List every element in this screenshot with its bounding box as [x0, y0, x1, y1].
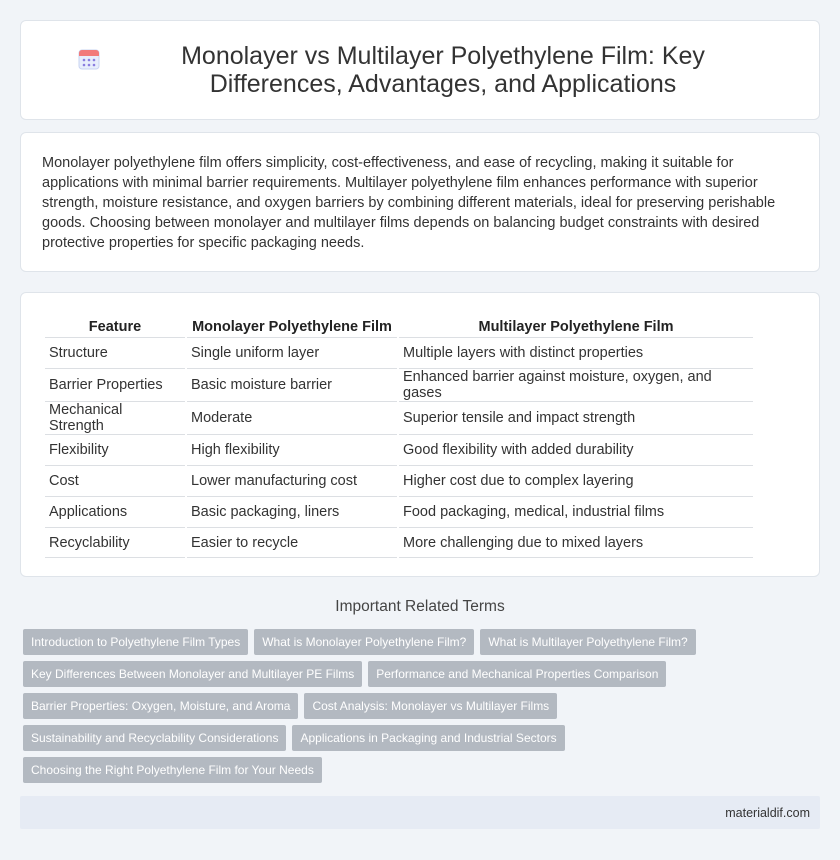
table-cell: Flexibility	[45, 434, 185, 465]
table-cell: Barrier Properties	[45, 368, 185, 401]
intro-text: Monolayer polyethylene film offers simpl…	[42, 155, 776, 251]
table-header-cell: Multilayer Polyethylene Film	[478, 319, 674, 335]
table-cell: High flexibility	[187, 434, 397, 465]
comparison-table: Feature Monolayer Polyethylene Film Mult…	[43, 315, 755, 558]
related-term-tag[interactable]: Choosing the Right Polyethylene Film for…	[23, 757, 322, 783]
related-terms-list: Introduction to Polyethylene Film Types …	[23, 629, 723, 789]
tag-row: Barrier Properties: Oxygen, Moisture, an…	[23, 693, 723, 719]
table-header-cell: Monolayer Polyethylene Film	[192, 319, 392, 335]
table-cell: More challenging due to mixed layers	[399, 527, 753, 558]
table-row: Recyclability Easier to recycle More cha…	[45, 527, 753, 558]
table-header-row: Feature Monolayer Polyethylene Film Mult…	[45, 315, 753, 337]
related-term-tag[interactable]: Introduction to Polyethylene Film Types	[23, 629, 249, 655]
table-cell: Multiple layers with distinct properties	[399, 337, 753, 368]
comparison-card: Feature Monolayer Polyethylene Film Mult…	[20, 292, 820, 577]
related-term-tag[interactable]: Sustainability and Recyclability Conside…	[23, 725, 287, 751]
table-row: Barrier Properties Basic moisture barrie…	[45, 368, 753, 401]
table-cell: Mechanical Strength	[45, 401, 185, 434]
tag-row: Sustainability and Recyclability Conside…	[23, 725, 723, 751]
footer-site-link[interactable]: materialdif.com	[725, 806, 810, 820]
table-cell: Recyclability	[45, 527, 185, 558]
table-cell: Enhanced barrier against moisture, oxyge…	[399, 368, 753, 401]
table-cell: Good flexibility with added durability	[399, 434, 753, 465]
related-term-tag[interactable]: Performance and Mechanical Properties Co…	[368, 661, 667, 687]
related-term-tag[interactable]: Barrier Properties: Oxygen, Moisture, an…	[23, 693, 299, 719]
table-cell: Easier to recycle	[187, 527, 397, 558]
related-term-tag[interactable]: Applications in Packaging and Industrial…	[292, 725, 565, 751]
table-cell: Moderate	[187, 401, 397, 434]
related-term-tag[interactable]: What is Monolayer Polyethylene Film?	[254, 629, 475, 655]
table-cell: Basic moisture barrier	[187, 368, 397, 401]
table-row: Structure Single uniform layer Multiple …	[45, 337, 753, 368]
page-title: Monolayer vs Multilayer Polyethylene Fil…	[181, 42, 705, 98]
tag-row: Introduction to Polyethylene Film Types …	[23, 629, 723, 655]
calendar-icon	[78, 49, 100, 70]
table-cell: Higher cost due to complex layering	[399, 465, 753, 496]
tag-row: Key Differences Between Monolayer and Mu…	[23, 661, 723, 687]
table-cell: Superior tensile and impact strength	[399, 401, 753, 434]
footer: materialdif.com	[20, 796, 820, 829]
intro-card: Monolayer polyethylene film offers simpl…	[20, 132, 820, 272]
table-cell: Structure	[45, 337, 185, 368]
tag-row: Choosing the Right Polyethylene Film for…	[23, 757, 723, 783]
table-row: Mechanical Strength Moderate Superior te…	[45, 401, 753, 434]
table-cell: Cost	[45, 465, 185, 496]
related-terms-title: Important Related Terms	[335, 598, 505, 615]
table-cell: Basic packaging, liners	[187, 496, 397, 527]
related-term-tag[interactable]: Cost Analysis: Monolayer vs Multilayer F…	[304, 693, 558, 719]
table-row: Cost Lower manufacturing cost Higher cos…	[45, 465, 753, 496]
header-card: Monolayer vs Multilayer Polyethylene Fil…	[20, 20, 820, 120]
table-header-cell: Feature	[88, 319, 142, 335]
table-row: Flexibility High flexibility Good flexib…	[45, 434, 753, 465]
related-term-tag[interactable]: Key Differences Between Monolayer and Mu…	[23, 661, 363, 687]
table-cell: Single uniform layer	[187, 337, 397, 368]
related-term-tag[interactable]: What is Multilayer Polyethylene Film?	[480, 629, 696, 655]
table-cell: Applications	[45, 496, 185, 527]
table-cell: Food packaging, medical, industrial film…	[399, 496, 753, 527]
table-cell: Lower manufacturing cost	[187, 465, 397, 496]
table-row: Applications Basic packaging, liners Foo…	[45, 496, 753, 527]
